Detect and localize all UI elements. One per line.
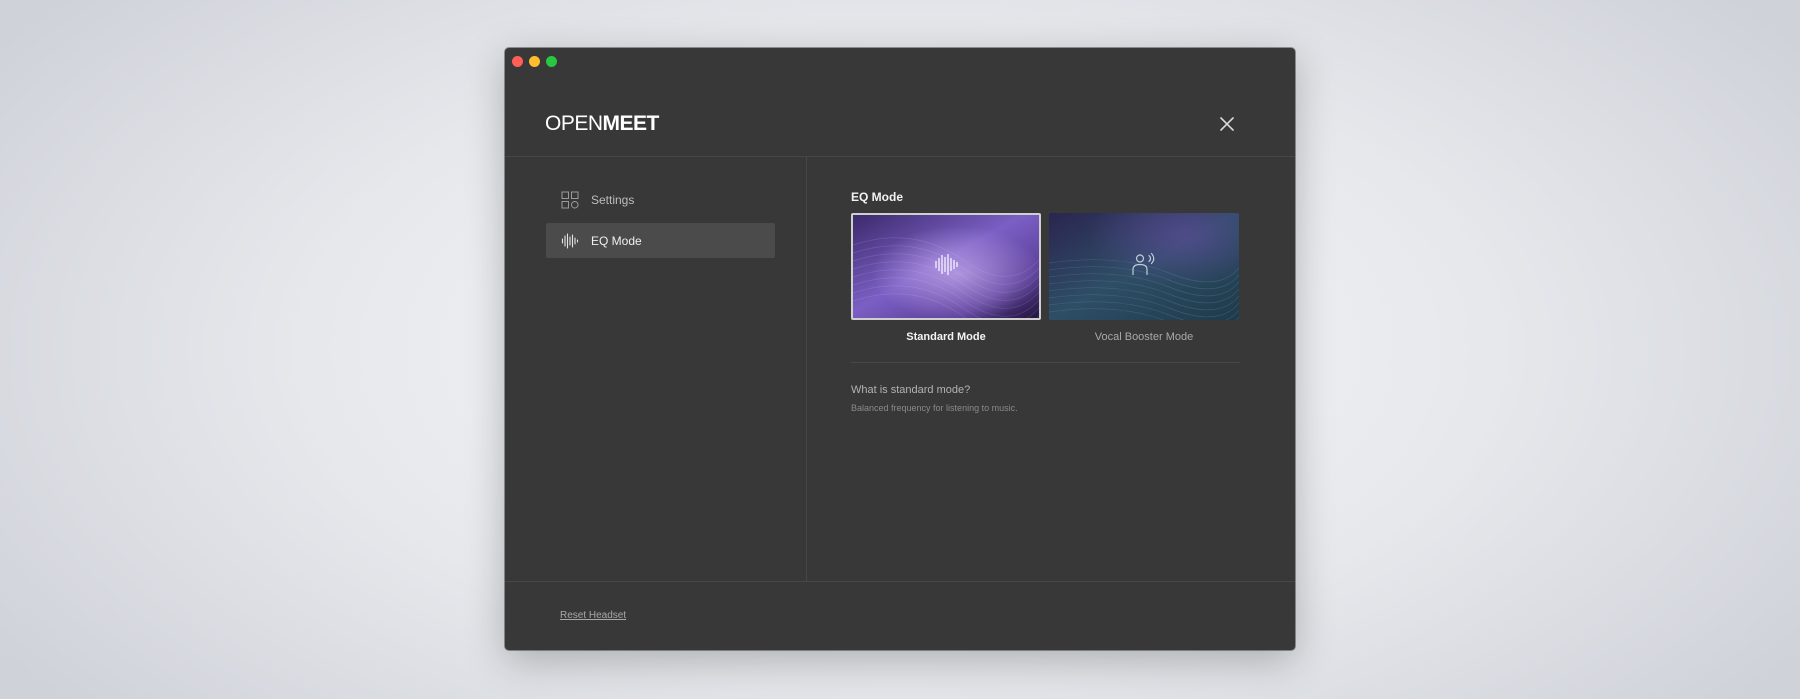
footer-divider xyxy=(505,581,1295,582)
sidebar: Settings EQ Mode xyxy=(546,182,775,264)
sidebar-item-label: Settings xyxy=(591,192,635,207)
vocal-booster-mode-thumbnail xyxy=(1049,213,1239,320)
sidebar-item-settings[interactable]: Settings xyxy=(546,182,775,217)
window-maximize-button[interactable] xyxy=(546,56,557,67)
reset-headset-link[interactable]: Reset Headset xyxy=(560,610,626,621)
window-close-button[interactable] xyxy=(512,56,523,67)
mode-cards: Standard Mode Vocal Booster Mode xyxy=(851,213,1240,343)
sidebar-item-eq-mode[interactable]: EQ Mode xyxy=(546,223,775,258)
content-divider xyxy=(851,362,1240,363)
standard-mode-thumbnail xyxy=(851,213,1041,320)
app-window: OPENMEET Settings EQ Mode EQ Mode Standa… xyxy=(505,48,1295,650)
close-icon xyxy=(1220,117,1234,131)
window-minimize-button[interactable] xyxy=(529,56,540,67)
app-logo: OPENMEET xyxy=(545,112,659,136)
section-title: EQ Mode xyxy=(851,190,904,204)
window-controls xyxy=(512,56,557,67)
standard-mode-label: Standard Mode xyxy=(906,331,986,343)
sidebar-divider xyxy=(806,156,807,582)
standard-mode-card[interactable]: Standard Mode xyxy=(851,213,1041,343)
waveform-icon xyxy=(560,231,580,251)
logo-light-text: OPEN xyxy=(545,112,603,135)
waveform-icon xyxy=(934,253,958,280)
mode-info-question: What is standard mode? xyxy=(851,384,971,396)
person-voice-icon xyxy=(1131,252,1157,281)
close-button[interactable] xyxy=(1217,114,1237,134)
mode-info-description: Balanced frequency for listening to musi… xyxy=(851,403,1018,413)
sidebar-item-label: EQ Mode xyxy=(591,233,642,248)
eq-mode-panel: EQ Mode Standard Mode Vocal Booster Mode… xyxy=(851,190,1240,413)
vocal-booster-mode-card[interactable]: Vocal Booster Mode xyxy=(1049,213,1239,343)
settings-grid-icon xyxy=(560,190,580,210)
header-divider xyxy=(505,156,1295,157)
vocal-booster-mode-label: Vocal Booster Mode xyxy=(1094,331,1194,343)
logo-bold-text: MEET xyxy=(602,112,660,135)
